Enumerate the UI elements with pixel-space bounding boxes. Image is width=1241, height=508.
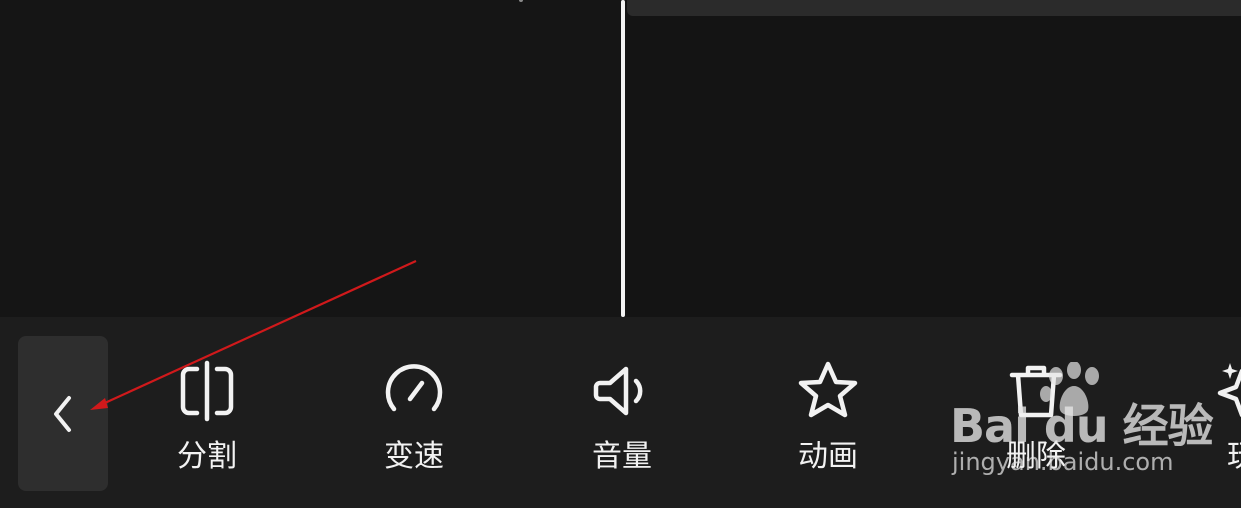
speed-button[interactable]: 变速 [344,359,484,479]
split-label: 分割 [177,439,237,474]
chevron-left-icon [54,395,71,432]
sparkle-icon [1217,363,1241,418]
fun-label: 玩 [1172,437,1241,477]
volume-button[interactable]: 音量 [552,359,692,479]
timeline-area[interactable] [0,0,1241,317]
speedometer-icon [385,364,443,412]
clip-region[interactable] [627,16,1241,317]
bottom-toolbar: 分割 变速 音量 动画 删除 [0,317,1241,508]
timeline-marker [519,0,523,2]
playhead[interactable] [621,0,625,317]
back-button[interactable] [18,336,108,491]
clip-track[interactable] [627,0,1241,16]
delete-button[interactable]: 删除 [966,359,1106,479]
speed-label: 变速 [384,439,444,474]
delete-label: 删除 [1006,439,1066,474]
split-button[interactable]: 分割 [137,359,277,479]
speaker-icon [593,366,643,416]
trash-icon [1009,365,1063,418]
animation-label: 动画 [798,439,858,474]
split-icon [180,360,234,422]
star-icon [798,361,858,418]
animation-button[interactable]: 动画 [758,359,898,479]
editor-screen: 分割 变速 音量 动画 删除 Bai du 经验 jingyan.baidu.c… [0,0,1241,508]
fun-button[interactable]: 玩 [1172,359,1241,479]
volume-label: 音量 [592,439,652,474]
